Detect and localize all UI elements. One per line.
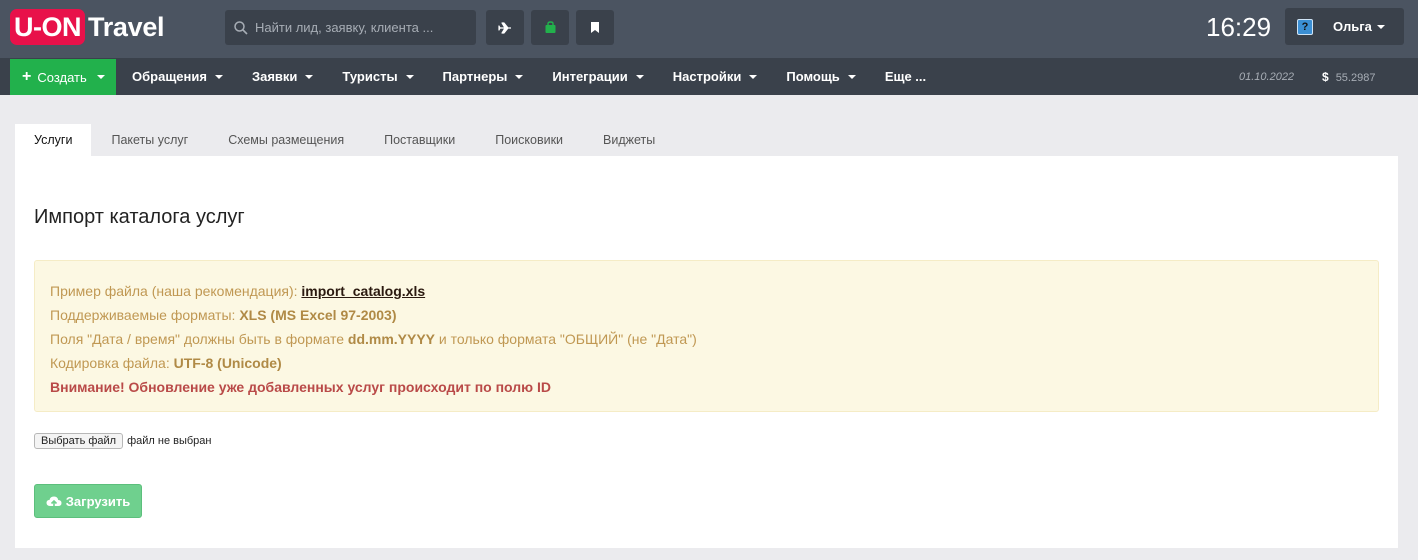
nav-item-label: Интеграции <box>552 69 628 84</box>
upload-button-label: Загрузить <box>65 493 131 509</box>
search-icon <box>234 20 248 35</box>
chevron-down-icon <box>1376 24 1385 29</box>
create-button-label: Создать <box>37 69 87 85</box>
chevron-down-icon <box>847 74 856 79</box>
nav-item-help[interactable]: Помощь <box>771 58 869 95</box>
clock: 16:29 <box>1206 12 1272 42</box>
plus-icon: + <box>22 68 32 85</box>
nav-item-settings[interactable]: Настройки <box>658 58 772 95</box>
logo-text: Travel <box>88 12 165 42</box>
chevron-down-icon <box>749 74 758 79</box>
chevron-down-icon <box>635 74 644 79</box>
notice-text: Пример файла (наша рекомендация): <box>50 283 302 299</box>
nav-item-tourists[interactable]: Туристы <box>327 58 427 95</box>
nav-item-requests[interactable]: Обращения <box>117 58 237 95</box>
search-input[interactable] <box>255 20 465 35</box>
bookmark-icon <box>591 22 599 33</box>
file-status: файл не выбран <box>127 435 212 447</box>
notice-text: Кодировка файла: <box>50 355 174 371</box>
logo[interactable]: U-ON Travel <box>10 9 165 45</box>
tab-bar: Услуги Пакеты услуг Схемы размещения Пос… <box>15 124 675 156</box>
notice-value: UTF-8 (Unicode) <box>173 355 282 371</box>
notice-encoding-line: Кодировка файла: UTF-8 (Unicode) <box>50 351 1378 375</box>
search-box[interactable] <box>225 10 476 45</box>
user-name: Ольга <box>1333 19 1372 34</box>
nav-item-partners[interactable]: Партнеры <box>428 58 538 95</box>
tab-search-engines[interactable]: Поисковики <box>475 124 583 156</box>
example-file-link[interactable]: import_catalog.xls <box>301 283 425 299</box>
tab-services[interactable]: Услуги <box>15 124 92 156</box>
current-date: 01.10.2022 <box>1239 71 1295 83</box>
tab-accommodation-schemes[interactable]: Схемы размещения <box>208 124 364 156</box>
nav-item-integrations[interactable]: Интеграции <box>537 58 657 95</box>
tab-service-packages[interactable]: Пакеты услуг <box>91 124 208 156</box>
bag-icon <box>545 21 555 33</box>
content-panel: Импорт каталога услуг Пример файла (наша… <box>15 156 1398 548</box>
notice-text: Поля "Дата / время" должны быть в формат… <box>50 331 348 347</box>
choose-file-button[interactable]: Выбрать файл <box>34 433 124 449</box>
tab-suppliers[interactable]: Поставщики <box>364 124 475 156</box>
nav-menu: Обращения Заявки Туристы Партнеры Интегр… <box>117 58 940 95</box>
flights-button[interactable] <box>486 10 524 45</box>
nav-item-label: Помощь <box>786 69 840 84</box>
nav-item-orders[interactable]: Заявки <box>237 58 327 95</box>
logo-badge: U-ON <box>10 9 85 45</box>
exchange-rate: $55.2987 <box>1322 70 1375 84</box>
notice-date-line: Поля "Дата / время" должны быть в формат… <box>50 327 1378 351</box>
notice-text: Поддерживаемые форматы: <box>50 307 240 323</box>
dollar-icon: $ <box>1322 70 1329 84</box>
upload-button[interactable]: Загрузить <box>34 484 142 518</box>
chevron-down-icon <box>96 75 105 79</box>
create-button[interactable]: + Создать <box>10 59 116 95</box>
plane-icon <box>498 21 511 34</box>
nav-item-label: Туристы <box>342 69 398 84</box>
notice-formats-line: Поддерживаемые форматы: XLS (MS Excel 97… <box>50 303 1378 327</box>
notice-example-line: Пример файла (наша рекомендация): import… <box>50 279 1378 303</box>
user-menu-button[interactable]: ? Ольга <box>1285 8 1404 45</box>
file-picker: Выбрать файл файл не выбран <box>34 433 212 449</box>
chevron-down-icon <box>405 74 414 79</box>
notice-value: XLS (MS Excel 97-2003) <box>239 307 397 323</box>
nav-item-label: Настройки <box>672 69 742 84</box>
nav-item-label: Заявки <box>251 69 298 84</box>
page-title: Импорт каталога услуг <box>34 206 245 228</box>
main-nav: + Создать Обращения Заявки Туристы Партн… <box>0 58 1418 95</box>
notice-value: dd.mm.YYYY <box>347 331 436 347</box>
nav-item-more[interactable]: Еще ... <box>870 58 940 95</box>
packages-button[interactable] <box>531 10 569 45</box>
chevron-down-icon <box>515 74 524 79</box>
bookmarks-button[interactable] <box>576 10 614 45</box>
exchange-rate-value: 55.2987 <box>1335 72 1376 84</box>
cloud-upload-icon <box>46 496 62 507</box>
help-icon[interactable]: ? <box>1297 18 1313 35</box>
notice-text: и только формата "ОБЩИЙ" (не "Дата") <box>435 331 697 347</box>
nav-item-label: Еще ... <box>884 69 927 84</box>
tab-widgets[interactable]: Виджеты <box>583 124 675 156</box>
top-bar: U-ON Travel 16:29 ? Ольга <box>0 0 1418 58</box>
notice-warning: Внимание! Обновление уже добавленных усл… <box>50 379 551 395</box>
chevron-down-icon <box>214 74 223 79</box>
nav-item-label: Обращения <box>132 69 207 84</box>
chevron-down-icon <box>305 74 314 79</box>
nav-item-label: Партнеры <box>442 69 508 84</box>
import-notice: Пример файла (наша рекомендация): import… <box>34 260 1379 412</box>
